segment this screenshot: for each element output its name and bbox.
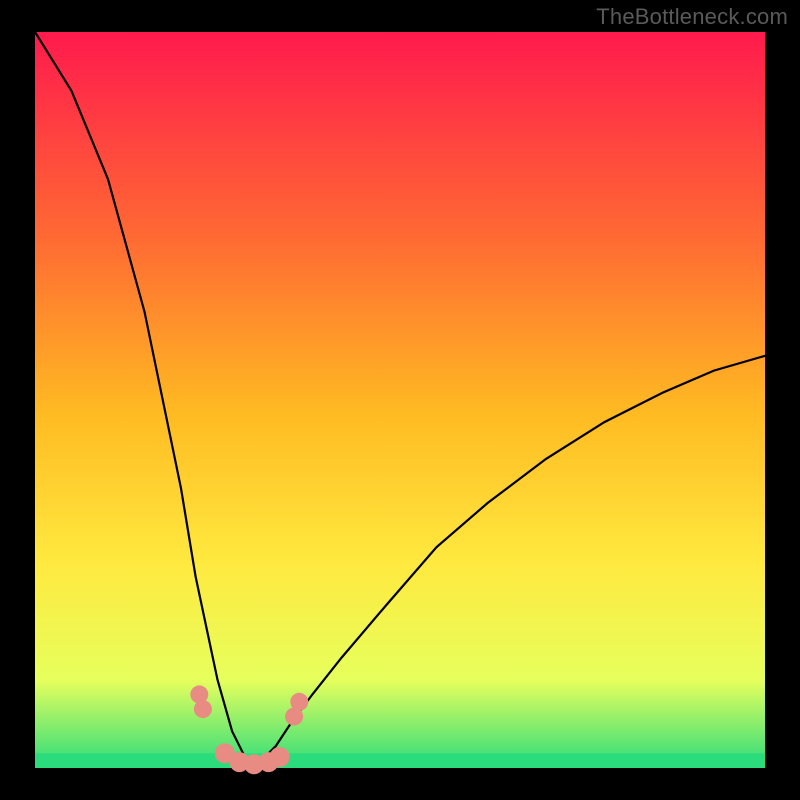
chart-frame: TheBottleneck.com [0, 0, 800, 800]
bottleneck-chart [0, 0, 800, 800]
marker-point [290, 693, 308, 711]
marker-point [194, 700, 212, 718]
marker-point [270, 747, 290, 767]
bottom-green-band [35, 753, 765, 768]
plot-background [35, 32, 765, 768]
watermark-text: TheBottleneck.com [596, 4, 788, 30]
